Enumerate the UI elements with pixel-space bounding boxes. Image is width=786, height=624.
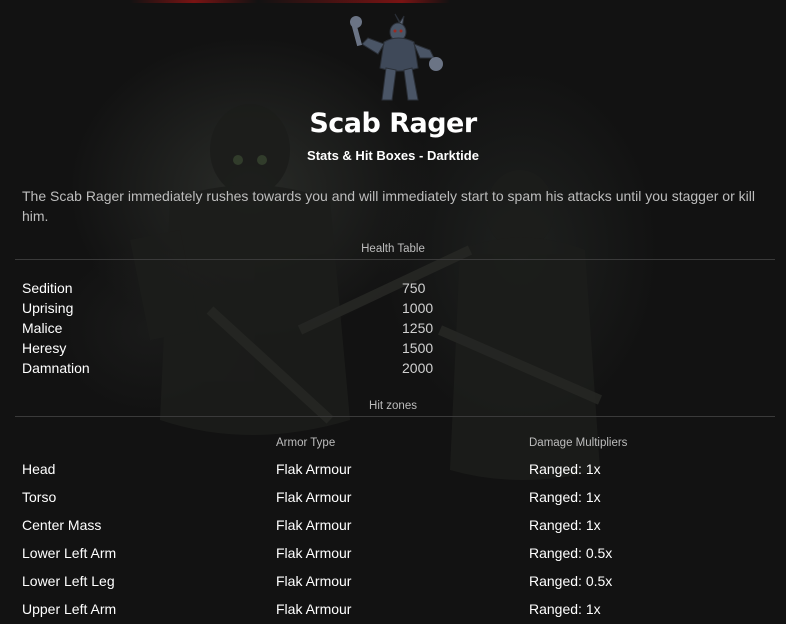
difficulty-label: Malice bbox=[22, 320, 63, 336]
damage-multiplier: Ranged: 1x bbox=[529, 489, 601, 505]
health-value: 750 bbox=[402, 280, 426, 296]
armor-type: Flak Armour bbox=[276, 489, 352, 505]
health-table-divider bbox=[15, 259, 775, 260]
armor-type: Flak Armour bbox=[276, 545, 352, 561]
hit-zone-row: Lower Left Leg Flak Armour Ranged: 0.5x bbox=[22, 573, 762, 595]
hit-zone-name: Upper Left Arm bbox=[22, 601, 117, 617]
damage-multipliers-header: Damage Multipliers bbox=[529, 437, 628, 449]
damage-multiplier: Ranged: 1x bbox=[529, 601, 601, 617]
difficulty-label: Damnation bbox=[22, 360, 90, 376]
health-value: 1500 bbox=[402, 340, 434, 356]
hit-zone-name: Lower Left Arm bbox=[22, 545, 117, 561]
health-table-title: Health Table bbox=[361, 243, 425, 255]
damage-multiplier: Ranged: 0.5x bbox=[529, 545, 613, 561]
health-value: 1250 bbox=[402, 320, 434, 336]
hit-zones-divider bbox=[15, 416, 775, 417]
health-row: Sedition 750 bbox=[22, 280, 622, 300]
health-row: Heresy 1500 bbox=[22, 340, 622, 360]
health-row: Malice 1250 bbox=[22, 320, 622, 340]
armor-type: Flak Armour bbox=[276, 573, 352, 589]
armor-type: Flak Armour bbox=[276, 461, 352, 477]
hit-zone-name: Torso bbox=[22, 489, 57, 505]
hit-zone-row: Lower Left Arm Flak Armour Ranged: 0.5x bbox=[22, 545, 762, 567]
enemy-page: Scab Rager Stats & Hit Boxes - Darktide … bbox=[0, 0, 786, 624]
health-row: Damnation 2000 bbox=[22, 360, 622, 380]
health-row: Uprising 1000 bbox=[22, 300, 622, 320]
hit-zone-row: Torso Flak Armour Ranged: 1x bbox=[22, 489, 762, 511]
damage-multiplier: Ranged: 0.5x bbox=[529, 573, 613, 589]
health-value: 1000 bbox=[402, 300, 434, 316]
health-value: 2000 bbox=[402, 360, 434, 376]
page-subtitle: Stats & Hit Boxes - Darktide bbox=[307, 148, 479, 163]
scab-rager-figure-icon bbox=[350, 13, 443, 101]
hit-zones-title: Hit zones bbox=[369, 400, 417, 412]
hit-zone-row: Head Flak Armour Ranged: 1x bbox=[22, 461, 762, 483]
difficulty-label: Heresy bbox=[22, 340, 67, 356]
hit-zone-row: Upper Left Arm Flak Armour Ranged: 1x bbox=[22, 601, 762, 623]
page-title: Scab Rager bbox=[309, 108, 477, 139]
enemy-description: The Scab Rager immediately rushes toward… bbox=[22, 188, 755, 224]
damage-multiplier: Ranged: 1x bbox=[529, 461, 601, 477]
hit-zone-row: Center Mass Flak Armour Ranged: 1x bbox=[22, 517, 762, 539]
armor-type-header: Armor Type bbox=[276, 437, 336, 449]
hit-zone-name: Lower Left Leg bbox=[22, 573, 115, 589]
armor-type: Flak Armour bbox=[276, 517, 352, 533]
armor-type: Flak Armour bbox=[276, 601, 352, 617]
hit-zone-name: Head bbox=[22, 461, 56, 477]
difficulty-label: Sedition bbox=[22, 280, 73, 296]
difficulty-label: Uprising bbox=[22, 300, 74, 316]
damage-multiplier: Ranged: 1x bbox=[529, 517, 601, 533]
hit-zone-name: Center Mass bbox=[22, 517, 102, 533]
